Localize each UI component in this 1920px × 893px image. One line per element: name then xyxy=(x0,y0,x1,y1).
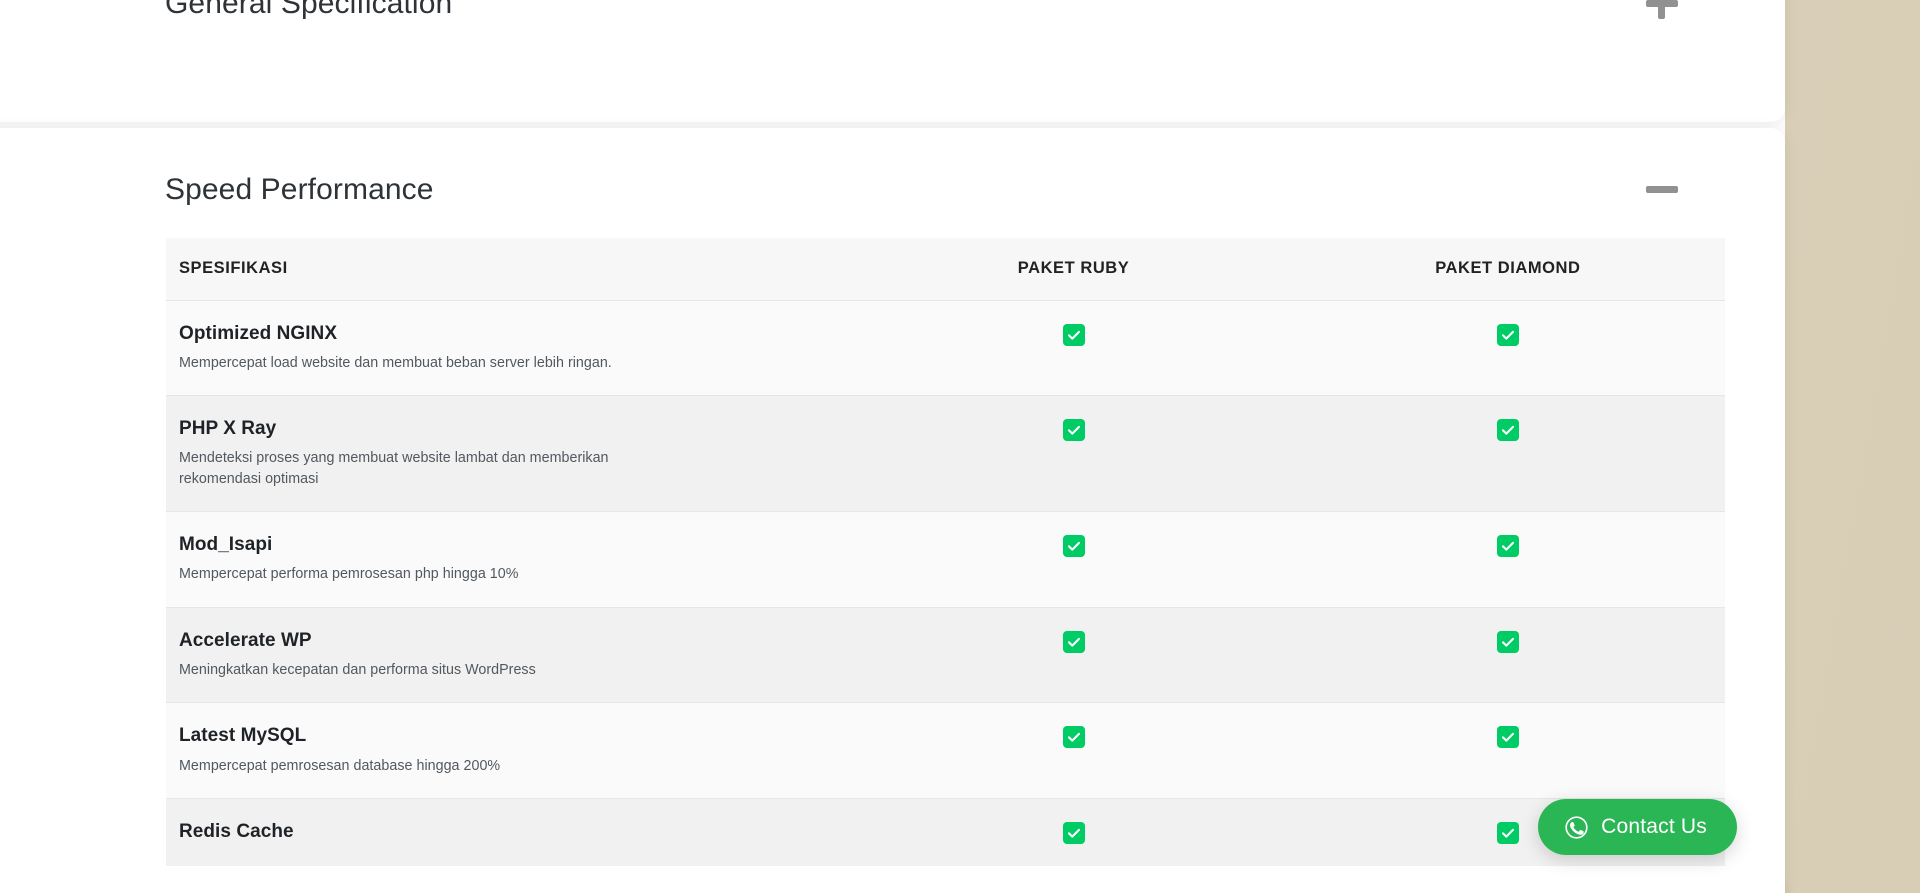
feature-name: Redis Cache xyxy=(179,820,294,842)
accordion-title-general-specification: General Specification xyxy=(165,0,453,20)
feature-description: Meningkatkan kecepatan dan performa situ… xyxy=(179,661,536,678)
feature-name: Accelerate WP xyxy=(179,629,312,651)
feature-cell: Optimized NGINX Mempercepat load website… xyxy=(166,300,856,396)
table-row: PHP X Ray Mendeteksi proses yang membuat… xyxy=(166,395,1725,512)
paket-ruby-cell xyxy=(856,798,1290,866)
minus-icon[interactable] xyxy=(1645,172,1679,206)
feature-name: Optimized NGINX xyxy=(179,322,338,344)
contact-us-label: Contact Us xyxy=(1601,815,1707,838)
feature-cell: Mod_Isapi Mempercepat performa pemrosesa… xyxy=(166,512,856,608)
feature-cell: PHP X Ray Mendeteksi proses yang membuat… xyxy=(166,396,856,512)
check-icon xyxy=(1496,419,1519,442)
table-row: Optimized NGINX Mempercepat load website… xyxy=(166,300,1725,396)
specification-table-container: SPESIFIKASI PAKET RUBY PAKET DIAMOND Opt… xyxy=(166,238,1725,867)
plus-icon[interactable] xyxy=(1645,0,1679,20)
page-content-area: General Specification Speed Performance … xyxy=(0,0,1785,893)
feature-description: Mendeteksi proses yang membuat website l… xyxy=(179,450,609,487)
feature-cell: Latest MySQL Mempercepat pemrosesan data… xyxy=(166,703,856,799)
paket-ruby-cell xyxy=(856,703,1290,799)
check-icon xyxy=(1062,630,1085,653)
column-header-paket-diamond: PAKET DIAMOND xyxy=(1290,238,1725,300)
feature-description: Mempercepat pemrosesan database hingga 2… xyxy=(179,757,501,774)
table-head: SPESIFIKASI PAKET RUBY PAKET DIAMOND xyxy=(166,238,1725,300)
table-row: Redis Cache xyxy=(166,798,1725,867)
accordion-card-general-specification[interactable]: General Specification xyxy=(0,0,1785,122)
column-header-paket-ruby: PAKET RUBY xyxy=(856,238,1291,300)
check-icon xyxy=(1062,323,1085,346)
table-row: Latest MySQL Mempercepat pemrosesan data… xyxy=(166,702,1725,799)
paket-diamond-cell xyxy=(1291,703,1725,799)
table-row: Accelerate WP Meningkatkan kecepatan dan… xyxy=(166,607,1725,703)
check-icon xyxy=(1496,821,1519,844)
minus-icon-horizontal-bar xyxy=(1646,186,1678,193)
whatsapp-icon xyxy=(1565,815,1588,839)
paket-ruby-cell xyxy=(856,512,1290,608)
check-icon xyxy=(1062,535,1085,558)
check-icon xyxy=(1062,419,1085,442)
feature-cell: Accelerate WP Meningkatkan kecepatan dan… xyxy=(166,607,856,703)
paket-diamond-cell xyxy=(1291,607,1725,703)
feature-cell: Redis Cache xyxy=(166,798,856,866)
feature-description: Mempercepat load website dan membuat beb… xyxy=(179,354,612,371)
table-header-row: SPESIFIKASI PAKET RUBY PAKET DIAMOND xyxy=(166,238,1725,300)
check-icon xyxy=(1062,726,1085,749)
contact-us-button[interactable]: Contact Us xyxy=(1538,799,1737,855)
check-icon xyxy=(1062,821,1085,844)
accordion-header-speed-performance[interactable]: Speed Performance xyxy=(0,128,1785,250)
paket-diamond-cell xyxy=(1291,512,1725,608)
check-icon xyxy=(1496,630,1519,653)
check-icon xyxy=(1496,726,1519,749)
paket-ruby-cell xyxy=(856,300,1290,396)
check-icon xyxy=(1496,323,1519,346)
column-header-spesifikasi: SPESIFIKASI xyxy=(166,238,857,300)
table-body: Optimized NGINX Mempercepat load website… xyxy=(166,300,1725,867)
paket-diamond-cell xyxy=(1291,300,1725,396)
feature-name: Mod_Isapi xyxy=(179,534,273,556)
plus-icon-vertical-bar xyxy=(1658,0,1665,19)
paket-ruby-cell xyxy=(856,396,1290,512)
accordion-header-general-specification[interactable]: General Specification xyxy=(0,0,1785,64)
feature-name: PHP X Ray xyxy=(179,418,277,440)
check-icon xyxy=(1496,535,1519,558)
accordion-title-speed-performance: Speed Performance xyxy=(165,172,434,206)
feature-description: Mempercepat performa pemrosesan php hing… xyxy=(179,566,519,583)
paket-diamond-cell xyxy=(1291,396,1725,512)
accordion-card-speed-performance[interactable]: Speed Performance SPESIFIKASI PAKET RUBY… xyxy=(0,128,1785,893)
table-row: Mod_Isapi Mempercepat performa pemrosesa… xyxy=(166,511,1725,608)
paket-ruby-cell xyxy=(856,607,1290,703)
specification-table: SPESIFIKASI PAKET RUBY PAKET DIAMOND Opt… xyxy=(166,238,1725,867)
feature-name: Latest MySQL xyxy=(179,725,307,747)
